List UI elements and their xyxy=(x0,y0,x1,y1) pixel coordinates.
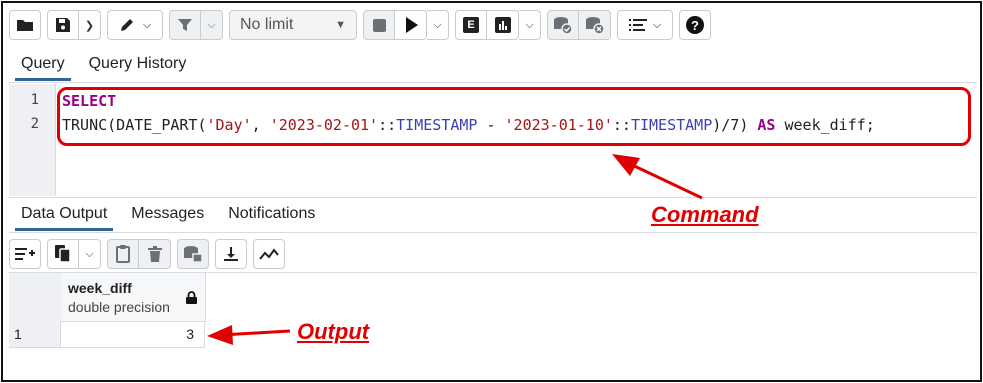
execute-options-dropdown[interactable]: ⌵ xyxy=(427,10,449,40)
chevron-down-icon: ⌵ xyxy=(207,18,216,31)
graph-visualiser-button[interactable] xyxy=(253,239,285,269)
editor-tabs: Query Query History xyxy=(9,49,199,81)
add-row-icon xyxy=(15,248,35,260)
line-number: 1 xyxy=(30,92,39,108)
chevron-down-icon: ⌵ xyxy=(433,18,442,31)
line-number-gutter: 1 2 xyxy=(9,84,56,196)
output-tabs-divider xyxy=(9,232,977,233)
trash-icon xyxy=(147,246,162,262)
row-number[interactable]: 1 xyxy=(9,321,61,348)
help-button[interactable]: ? xyxy=(679,10,711,40)
filter-dropdown[interactable]: ⌵ xyxy=(201,10,223,40)
folder-icon xyxy=(17,20,33,31)
filter-button[interactable] xyxy=(169,10,201,40)
chevron-down-icon: ⌵ xyxy=(142,18,152,31)
paste-button[interactable] xyxy=(107,239,139,269)
paste-icon xyxy=(116,245,130,263)
explain-button[interactable]: E xyxy=(455,10,487,40)
execute-button[interactable] xyxy=(395,10,427,40)
save-data-icon xyxy=(184,246,203,263)
explain-options-dropdown[interactable]: ⌵ xyxy=(519,10,541,40)
copy-button[interactable] xyxy=(47,239,79,269)
column-type: double precision xyxy=(68,299,170,315)
command-annotation: Command xyxy=(651,202,759,227)
stop-button[interactable] xyxy=(363,10,395,40)
filter-icon xyxy=(178,19,192,31)
chevron-down-icon: ⌵ xyxy=(652,18,662,31)
tab-messages[interactable]: Messages xyxy=(119,199,216,229)
edit-button[interactable]: ⌵ xyxy=(107,10,163,40)
lock-icon xyxy=(186,291,197,304)
tab-query[interactable]: Query xyxy=(9,49,77,81)
tab-data-output[interactable]: Data Output xyxy=(9,199,119,231)
query-toolbar: ❯ ⌵ ⌵ No limit ▼ ⌵ E ⌵ ⌵ ? xyxy=(9,6,717,44)
save-options-dropdown[interactable]: ❯ xyxy=(79,10,101,40)
output-toolbar: ⌵ xyxy=(9,237,291,271)
line-number: 2 xyxy=(30,116,39,132)
delete-button[interactable] xyxy=(139,239,171,269)
table-cell[interactable]: 3 xyxy=(61,321,205,348)
column-header[interactable]: week_diff double precision xyxy=(61,273,206,322)
chevron-down-icon: ❯ xyxy=(84,19,95,32)
grid-corner xyxy=(9,273,62,322)
copy-options-dropdown[interactable]: ⌵ xyxy=(79,239,101,269)
play-icon xyxy=(406,17,418,33)
macros-icon xyxy=(628,19,647,31)
save-file-button[interactable] xyxy=(47,10,79,40)
commit-icon xyxy=(554,17,573,34)
row-limit-select[interactable]: No limit ▼ xyxy=(229,10,357,40)
macros-button[interactable]: ⌵ xyxy=(617,10,673,40)
help-icon: ? xyxy=(686,16,704,34)
row-limit-value: No limit xyxy=(240,16,294,33)
result-grid: week_diff double precision 1 3 xyxy=(9,273,977,377)
chevron-down-icon: ⌵ xyxy=(525,18,534,31)
copy-icon xyxy=(55,245,71,263)
commit-button[interactable] xyxy=(547,10,579,40)
command-highlight-box xyxy=(57,87,971,146)
explain-analyze-icon xyxy=(494,17,511,33)
tabs-divider xyxy=(9,82,977,83)
open-file-button[interactable] xyxy=(9,10,41,40)
rollback-icon xyxy=(585,17,605,34)
explain-analyze-button[interactable] xyxy=(487,10,519,40)
line-chart-icon xyxy=(259,248,279,260)
column-name: week_diff xyxy=(68,280,132,296)
chevron-down-icon: ⌵ xyxy=(85,247,94,260)
download-icon xyxy=(224,247,238,261)
triangle-down-icon: ▼ xyxy=(335,19,346,31)
explain-icon: E xyxy=(463,17,479,33)
tab-query-history[interactable]: Query History xyxy=(77,49,199,79)
add-row-button[interactable] xyxy=(9,239,41,269)
save-data-button[interactable] xyxy=(177,239,209,269)
save-icon xyxy=(56,18,70,32)
stop-icon xyxy=(372,18,386,32)
output-annotation: Output xyxy=(297,319,370,344)
editor-divider xyxy=(9,197,977,198)
download-button[interactable] xyxy=(215,239,247,269)
rollback-button[interactable] xyxy=(579,10,611,40)
tab-notifications[interactable]: Notifications xyxy=(216,199,327,229)
edit-icon xyxy=(120,19,133,31)
output-tabs: Data Output Messages Notifications xyxy=(9,199,327,231)
